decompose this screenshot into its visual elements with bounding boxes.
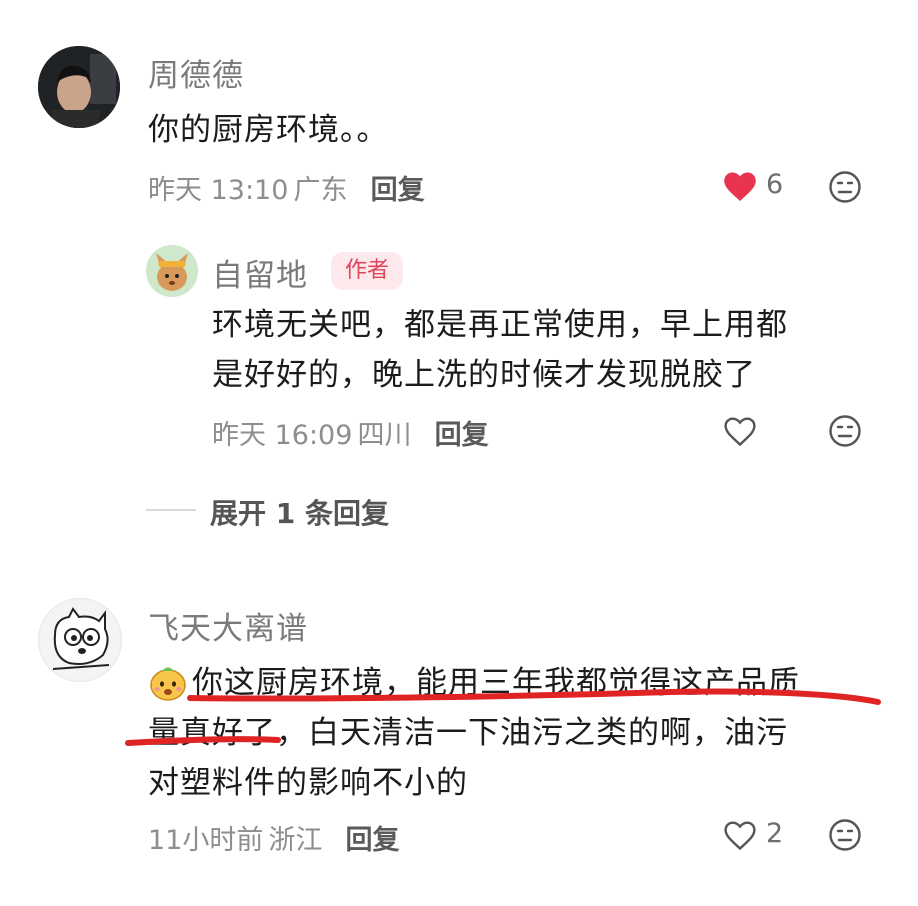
reply-button[interactable]: 回复 [371, 175, 425, 206]
neutral-face-icon [829, 819, 861, 851]
person-photo-avatar-icon [38, 46, 120, 128]
comment-meta: 昨天 13:10 广东 回复 [148, 168, 425, 207]
cartoon-cat-avatar-icon [39, 599, 121, 681]
reply-button[interactable]: 回复 [435, 420, 489, 451]
like-count: 6 [766, 169, 784, 200]
timestamp: 11小时前 [148, 825, 264, 856]
location: 四川 [357, 420, 412, 451]
location: 浙江 [268, 825, 323, 856]
dislike-button[interactable] [828, 818, 862, 856]
like-button[interactable] [722, 414, 758, 452]
like-button[interactable]: 6 [722, 169, 802, 205]
avatar[interactable] [38, 598, 122, 682]
reply-text-line-1: 环境无关吧，都是再正常使用，早上用都 [212, 307, 788, 343]
heart-outline-icon [724, 417, 756, 447]
expand-replies-divider [146, 509, 196, 511]
username[interactable]: 周德德 [148, 50, 244, 95]
comment-text-line-3: 对塑料件的影响不小的 [148, 765, 468, 801]
heart-outline-icon [724, 821, 756, 851]
cartoon-mascot-avatar-icon [146, 245, 198, 297]
timestamp: 昨天 13:10 [148, 175, 289, 206]
neutral-face-icon [829, 415, 861, 447]
heart-filled-icon [724, 172, 756, 201]
timestamp: 昨天 16:09 [212, 420, 353, 451]
like-button[interactable]: 2 [722, 818, 792, 854]
reply-username[interactable]: 自留地 [212, 250, 308, 295]
red-underline-annotation [125, 688, 881, 746]
reply-meta: 昨天 16:09 四川 回复 [212, 413, 489, 452]
reply-text-line-2: 是好好的，晚上洗的时候才发现脱胶了 [212, 357, 756, 393]
like-count: 2 [766, 818, 784, 849]
expand-replies-button[interactable]: 展开 1 条回复 [210, 492, 389, 532]
reply-button[interactable]: 回复 [346, 825, 400, 856]
avatar[interactable] [146, 245, 198, 297]
dislike-button[interactable] [828, 414, 862, 452]
author-badge: 作者 [331, 252, 404, 290]
avatar[interactable] [38, 46, 120, 128]
comment-text: 你的厨房环境。。 [148, 112, 389, 148]
neutral-face-icon [829, 171, 861, 203]
location: 广东 [293, 175, 348, 206]
username[interactable]: 飞天大离谱 [148, 603, 308, 648]
comment-meta: 11小时前 浙江 回复 [148, 818, 400, 857]
dislike-button[interactable] [828, 170, 862, 208]
